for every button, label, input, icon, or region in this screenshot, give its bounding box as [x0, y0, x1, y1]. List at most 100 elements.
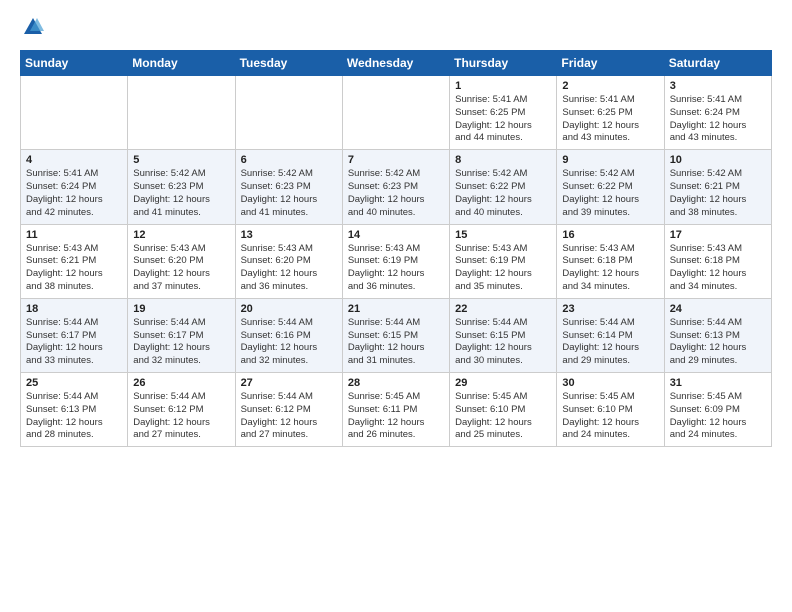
- calendar-week-4: 18Sunrise: 5:44 AM Sunset: 6:17 PM Dayli…: [21, 298, 772, 372]
- day-number: 2: [562, 80, 658, 92]
- calendar-cell: 24Sunrise: 5:44 AM Sunset: 6:13 PM Dayli…: [664, 298, 771, 372]
- day-number: 17: [670, 229, 766, 241]
- day-number: 15: [455, 229, 551, 241]
- logo: [20, 16, 44, 38]
- calendar-cell: 28Sunrise: 5:45 AM Sunset: 6:11 PM Dayli…: [342, 373, 449, 447]
- day-number: 16: [562, 229, 658, 241]
- weekday-header-sunday: Sunday: [21, 51, 128, 76]
- day-number: 11: [26, 229, 122, 241]
- calendar-cell: 14Sunrise: 5:43 AM Sunset: 6:19 PM Dayli…: [342, 224, 449, 298]
- day-info: Sunrise: 5:41 AM Sunset: 6:24 PM Dayligh…: [26, 168, 122, 219]
- day-info: Sunrise: 5:42 AM Sunset: 6:21 PM Dayligh…: [670, 168, 766, 219]
- calendar-cell: 16 Sunrise: 5:43 AM Sunset: 6:18 PM Dayli…: [557, 224, 664, 298]
- day-info: Sunrise: 5:44 AM Sunset: 6:17 PM Dayligh…: [26, 317, 122, 368]
- calendar-cell: [21, 76, 128, 150]
- day-info: Sunrise: 5:42 AM Sunset: 6:22 PM Dayligh…: [562, 168, 658, 219]
- day-info: Sunrise: 5:43 AM Sunset: 6:18 PM Dayligh…: [670, 243, 766, 294]
- day-number: 23: [562, 303, 658, 315]
- day-number: 26: [133, 377, 229, 389]
- calendar-cell: 30 Sunrise: 5:45 AM Sunset: 6:10 PM Dayli…: [557, 373, 664, 447]
- calendar-cell: 17 Sunrise: 5:43 AM Sunset: 6:18 PM Dayli…: [664, 224, 771, 298]
- calendar-cell: 20 Sunrise: 5:44 AM Sunset: 6:16 PM Dayli…: [235, 298, 342, 372]
- calendar-cell: 19 Sunrise: 5:44 AM Sunset: 6:17 PM Dayli…: [128, 298, 235, 372]
- calendar-cell: 8 Sunrise: 5:42 AM Sunset: 6:22 PM Daylig…: [450, 150, 557, 224]
- day-number: 30: [562, 377, 658, 389]
- day-info: Sunrise: 5:41 AM Sunset: 6:25 PM Dayligh…: [562, 94, 658, 145]
- day-info: Sunrise: 5:44 AM Sunset: 6:16 PM Dayligh…: [241, 317, 337, 368]
- day-number: 19: [133, 303, 229, 315]
- day-number: 7: [348, 154, 444, 166]
- day-info: Sunrise: 5:41 AM Sunset: 6:24 PM Dayligh…: [670, 94, 766, 145]
- day-info: Sunrise: 5:42 AM Sunset: 6:23 PM Dayligh…: [348, 168, 444, 219]
- weekday-header-wednesday: Wednesday: [342, 51, 449, 76]
- calendar-cell: 6 Sunrise: 5:42 AM Sunset: 6:23 PM Daylig…: [235, 150, 342, 224]
- day-info: Sunrise: 5:45 AM Sunset: 6:10 PM Dayligh…: [562, 391, 658, 442]
- logo-icon: [22, 16, 44, 38]
- weekday-header-saturday: Saturday: [664, 51, 771, 76]
- calendar-cell: 10 Sunrise: 5:42 AM Sunset: 6:21 PM Dayli…: [664, 150, 771, 224]
- calendar-week-2: 4 Sunrise: 5:41 AM Sunset: 6:24 PM Daylig…: [21, 150, 772, 224]
- calendar-cell: 12Sunrise: 5:43 AM Sunset: 6:20 PM Dayli…: [128, 224, 235, 298]
- calendar-cell: 7 Sunrise: 5:42 AM Sunset: 6:23 PM Daylig…: [342, 150, 449, 224]
- calendar-week-1: 1Sunrise: 5:41 AM Sunset: 6:25 PM Daylig…: [21, 76, 772, 150]
- day-info: Sunrise: 5:44 AM Sunset: 6:15 PM Dayligh…: [455, 317, 551, 368]
- weekday-header-thursday: Thursday: [450, 51, 557, 76]
- day-info: Sunrise: 5:41 AM Sunset: 6:25 PM Dayligh…: [455, 94, 551, 145]
- calendar-cell: 1Sunrise: 5:41 AM Sunset: 6:25 PM Daylig…: [450, 76, 557, 150]
- page: SundayMondayTuesdayWednesdayThursdayFrid…: [0, 0, 792, 463]
- calendar-cell: [342, 76, 449, 150]
- day-number: 4: [26, 154, 122, 166]
- day-info: Sunrise: 5:42 AM Sunset: 6:23 PM Dayligh…: [241, 168, 337, 219]
- day-info: Sunrise: 5:44 AM Sunset: 6:13 PM Dayligh…: [26, 391, 122, 442]
- day-number: 13: [241, 229, 337, 241]
- weekday-header-monday: Monday: [128, 51, 235, 76]
- day-number: 6: [241, 154, 337, 166]
- day-info: Sunrise: 5:44 AM Sunset: 6:17 PM Dayligh…: [133, 317, 229, 368]
- calendar-cell: 23 Sunrise: 5:44 AM Sunset: 6:14 PM Dayli…: [557, 298, 664, 372]
- day-info: Sunrise: 5:44 AM Sunset: 6:12 PM Dayligh…: [241, 391, 337, 442]
- day-number: 22: [455, 303, 551, 315]
- day-number: 20: [241, 303, 337, 315]
- day-number: 25: [26, 377, 122, 389]
- calendar-cell: 27Sunrise: 5:44 AM Sunset: 6:12 PM Dayli…: [235, 373, 342, 447]
- calendar-cell: 29 Sunrise: 5:45 AM Sunset: 6:10 PM Dayli…: [450, 373, 557, 447]
- calendar-week-5: 25 Sunrise: 5:44 AM Sunset: 6:13 PM Dayli…: [21, 373, 772, 447]
- calendar-header-row: SundayMondayTuesdayWednesdayThursdayFrid…: [21, 51, 772, 76]
- day-info: Sunrise: 5:45 AM Sunset: 6:10 PM Dayligh…: [455, 391, 551, 442]
- day-number: 28: [348, 377, 444, 389]
- day-number: 9: [562, 154, 658, 166]
- day-number: 29: [455, 377, 551, 389]
- day-number: 8: [455, 154, 551, 166]
- day-info: Sunrise: 5:44 AM Sunset: 6:13 PM Dayligh…: [670, 317, 766, 368]
- calendar-cell: 11 Sunrise: 5:43 AM Sunset: 6:21 PM Dayli…: [21, 224, 128, 298]
- calendar-table: SundayMondayTuesdayWednesdayThursdayFrid…: [20, 50, 772, 447]
- calendar-cell: 2 Sunrise: 5:41 AM Sunset: 6:25 PM Daylig…: [557, 76, 664, 150]
- day-info: Sunrise: 5:42 AM Sunset: 6:23 PM Dayligh…: [133, 168, 229, 219]
- day-info: Sunrise: 5:43 AM Sunset: 6:18 PM Dayligh…: [562, 243, 658, 294]
- day-number: 31: [670, 377, 766, 389]
- day-info: Sunrise: 5:44 AM Sunset: 6:15 PM Dayligh…: [348, 317, 444, 368]
- calendar-cell: [128, 76, 235, 150]
- calendar-cell: [235, 76, 342, 150]
- calendar-week-3: 11 Sunrise: 5:43 AM Sunset: 6:21 PM Dayli…: [21, 224, 772, 298]
- day-info: Sunrise: 5:43 AM Sunset: 6:19 PM Dayligh…: [455, 243, 551, 294]
- calendar-cell: 13 Sunrise: 5:43 AM Sunset: 6:20 PM Dayli…: [235, 224, 342, 298]
- day-number: 10: [670, 154, 766, 166]
- day-number: 21: [348, 303, 444, 315]
- weekday-header-tuesday: Tuesday: [235, 51, 342, 76]
- calendar-cell: 21 Sunrise: 5:44 AM Sunset: 6:15 PM Dayli…: [342, 298, 449, 372]
- calendar-cell: 15 Sunrise: 5:43 AM Sunset: 6:19 PM Dayli…: [450, 224, 557, 298]
- calendar-cell: 5 Sunrise: 5:42 AM Sunset: 6:23 PM Daylig…: [128, 150, 235, 224]
- day-info: Sunrise: 5:44 AM Sunset: 6:14 PM Dayligh…: [562, 317, 658, 368]
- day-number: 3: [670, 80, 766, 92]
- day-info: Sunrise: 5:43 AM Sunset: 6:20 PM Dayligh…: [133, 243, 229, 294]
- day-info: Sunrise: 5:43 AM Sunset: 6:21 PM Dayligh…: [26, 243, 122, 294]
- day-number: 5: [133, 154, 229, 166]
- day-info: Sunrise: 5:42 AM Sunset: 6:22 PM Dayligh…: [455, 168, 551, 219]
- calendar-cell: 18Sunrise: 5:44 AM Sunset: 6:17 PM Dayli…: [21, 298, 128, 372]
- day-number: 14: [348, 229, 444, 241]
- day-info: Sunrise: 5:43 AM Sunset: 6:20 PM Dayligh…: [241, 243, 337, 294]
- calendar-cell: 25 Sunrise: 5:44 AM Sunset: 6:13 PM Dayli…: [21, 373, 128, 447]
- calendar-cell: 31Sunrise: 5:45 AM Sunset: 6:09 PM Dayli…: [664, 373, 771, 447]
- calendar-cell: 4 Sunrise: 5:41 AM Sunset: 6:24 PM Daylig…: [21, 150, 128, 224]
